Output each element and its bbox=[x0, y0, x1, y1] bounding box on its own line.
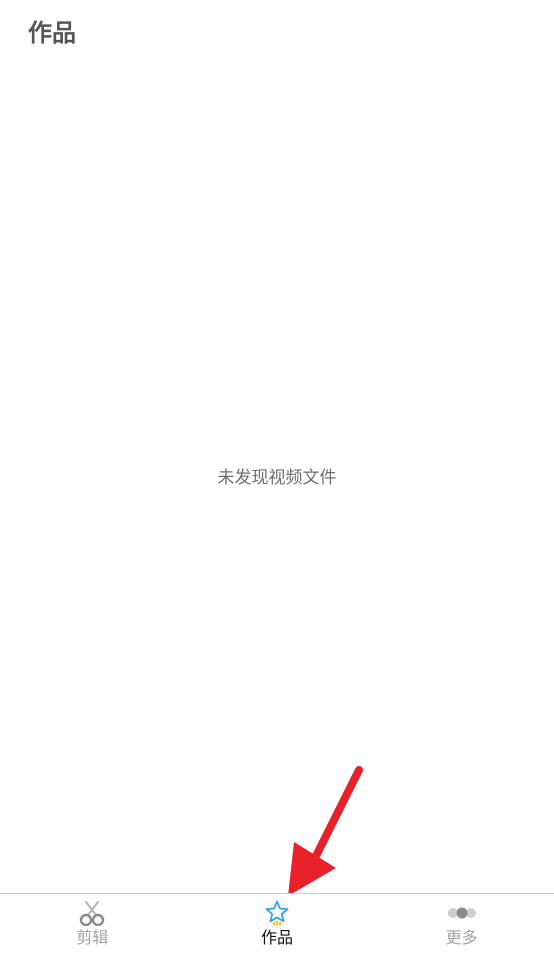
annotation-arrow-icon bbox=[288, 766, 363, 896]
works-content: 未发现视频文件 bbox=[0, 68, 554, 894]
empty-state-message: 未发现视频文件 bbox=[217, 468, 337, 488]
tab-edit[interactable]: 剪辑 bbox=[0, 894, 185, 956]
tab-works[interactable]: 作品 bbox=[185, 894, 370, 956]
scissors-icon bbox=[80, 901, 105, 926]
tab-more-label: 更多 bbox=[445, 928, 478, 947]
tab-more[interactable]: 更多 bbox=[369, 894, 554, 956]
star-icon bbox=[265, 900, 289, 926]
tab-edit-label: 剪辑 bbox=[76, 928, 109, 947]
page-title: 作品 bbox=[28, 19, 76, 47]
screen: 作品 未发现视频文件 剪辑 作品 更多 bbox=[0, 0, 554, 956]
header: 作品 bbox=[0, 0, 554, 68]
tab-works-label: 作品 bbox=[261, 928, 294, 947]
more-dots-icon bbox=[447, 907, 476, 919]
bottom-tab-bar: 剪辑 作品 更多 bbox=[0, 893, 554, 956]
